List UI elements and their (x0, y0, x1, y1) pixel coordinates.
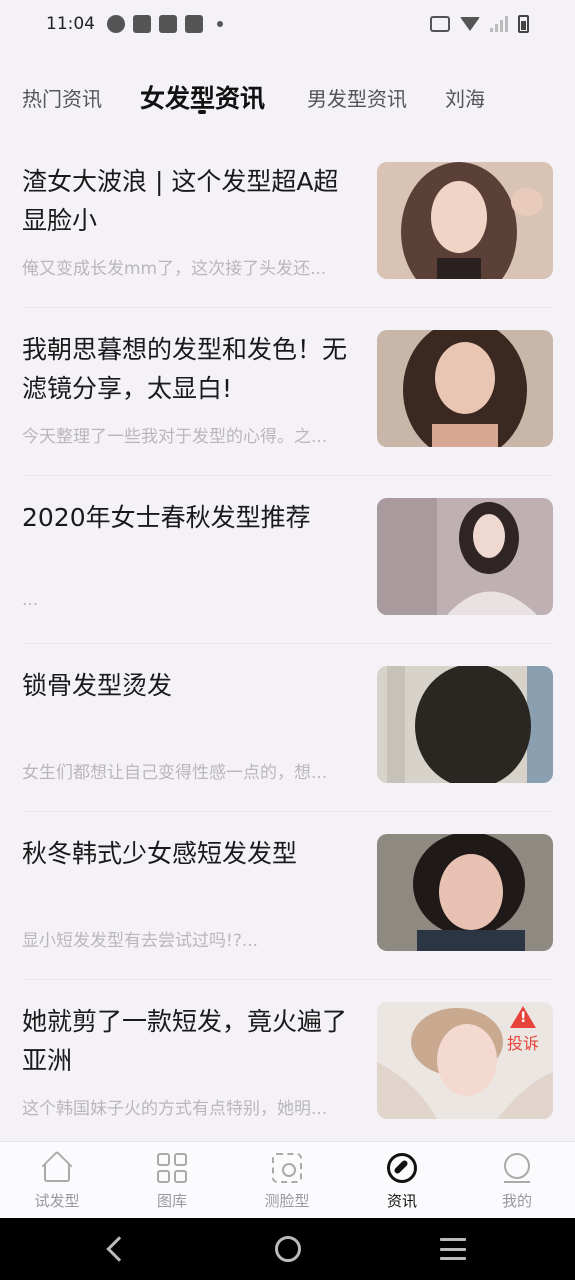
report-label: 投诉 (506, 1034, 539, 1053)
status-right (430, 15, 529, 33)
nav-label: 试发型 (34, 1192, 80, 1210)
battery-icon (518, 15, 529, 33)
menu-icon[interactable] (440, 1238, 466, 1260)
nav-label: 测脸型 (264, 1192, 310, 1210)
nav-label: 我的 (501, 1192, 532, 1210)
status-bar: 11:04 (0, 0, 575, 48)
article-title: 2020年女士春秋发型推荐 (22, 503, 311, 532)
article-thumbnail (377, 498, 553, 615)
home-icon (41, 1150, 73, 1184)
tab-hot-news[interactable]: 热门资讯 (22, 83, 102, 112)
category-tabs: 热门资讯 女发型资讯 男发型资讯 刘海 (0, 70, 575, 124)
camera-icon (107, 15, 125, 33)
signal-icon (490, 16, 508, 32)
nav-profile[interactable]: 我的 (467, 1152, 567, 1214)
article-summary: 显小短发发型有去尝试过吗!?... (22, 931, 259, 951)
face-scan-icon (271, 1152, 303, 1184)
home-circle-icon[interactable] (275, 1236, 301, 1262)
report-button[interactable]: 投诉 (501, 1006, 545, 1056)
compass-icon (386, 1152, 418, 1184)
nav-face-shape[interactable]: 测脸型 (237, 1152, 337, 1214)
article-summary: ... (22, 590, 39, 610)
article-thumbnail: 投诉 (377, 1002, 553, 1119)
article-thumbnail (377, 330, 553, 447)
article-item[interactable]: 2020年女士春秋发型推荐 ... (22, 476, 553, 644)
tab-men-hairstyle-news[interactable]: 男发型资讯 (307, 83, 407, 112)
system-nav-bar (0, 1218, 575, 1280)
article-title: 渣女大波浪 | 这个发型超A超显脸小 (22, 167, 339, 235)
bottom-nav: 试发型 图库 测脸型 资讯 我的 (0, 1141, 575, 1218)
article-summary: 俺又变成长发mm了，这次接了头发还... (22, 259, 327, 279)
grid-icon (156, 1152, 188, 1184)
article-item[interactable]: 渣女大波浪 | 这个发型超A超显脸小 俺又变成长发mm了，这次接了头发还... (22, 140, 553, 308)
article-title: 我朝思暮想的发型和发色！无滤镜分享，太显白! (22, 335, 348, 403)
nav-label: 图库 (156, 1192, 187, 1210)
warning-icon (510, 1006, 536, 1028)
nav-gallery[interactable]: 图库 (122, 1152, 222, 1214)
article-item[interactable]: 我朝思暮想的发型和发色！无滤镜分享，太显白! 今天整理了一些我对于发型的心得。之… (22, 308, 553, 476)
article-summary: 女生们都想让自己变得性感一点的，想... (22, 763, 328, 783)
back-icon[interactable] (106, 1236, 132, 1262)
article-item[interactable]: 她就剪了一款短发，竟火遍了亚洲 这个韩国妹子火的方式有点特别，她明... 投诉 (22, 980, 553, 1148)
article-item[interactable]: 锁骨发型烫发 女生们都想让自己变得性感一点的，想... (22, 644, 553, 812)
profile-icon (501, 1152, 533, 1184)
vibrate-icon (430, 16, 450, 32)
article-title: 锁骨发型烫发 (22, 671, 173, 700)
tab-indicator (198, 110, 206, 114)
status-time: 11:04 (46, 14, 95, 34)
nav-label: 资讯 (386, 1192, 417, 1210)
article-title: 秋冬韩式少女感短发发型 (22, 839, 298, 868)
article-summary: 这个韩国妹子火的方式有点特别，她明... (22, 1099, 328, 1119)
article-item[interactable]: 秋冬韩式少女感短发发型 显小短发发型有去尝试过吗!?... (22, 812, 553, 980)
article-thumbnail (377, 834, 553, 951)
article-thumbnail (377, 666, 553, 783)
wifi-icon (460, 17, 480, 31)
mail-icon (159, 15, 177, 33)
nav-news[interactable]: 资讯 (352, 1152, 452, 1214)
article-thumbnail (377, 162, 553, 279)
mail-icon (133, 15, 151, 33)
mail-icon (185, 15, 203, 33)
tab-bangs[interactable]: 刘海 (445, 83, 485, 112)
article-summary: 今天整理了一些我对于发型的心得。之... (22, 427, 328, 447)
nav-try-hairstyle[interactable]: 试发型 (7, 1150, 107, 1214)
article-title: 她就剪了一款短发，竟火遍了亚洲 (22, 1007, 348, 1075)
dot-icon (217, 21, 223, 27)
